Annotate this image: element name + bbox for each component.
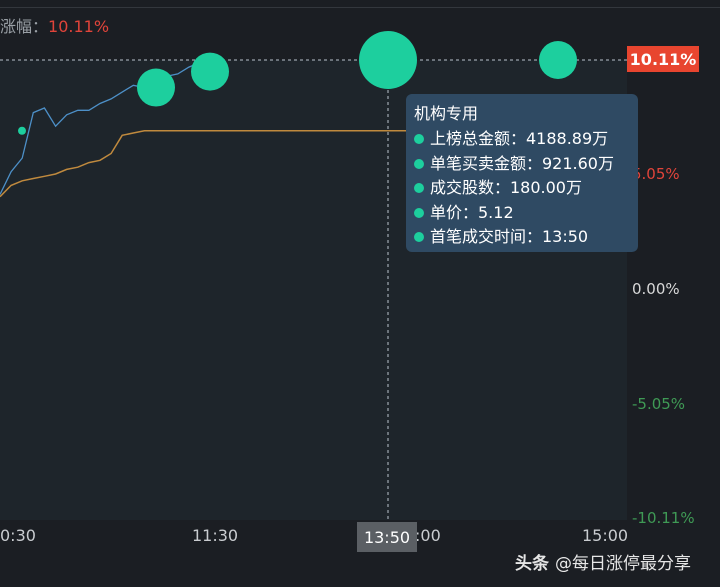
- tooltip-row: 成交股数：180.00万: [414, 176, 638, 201]
- tooltip-row-text: 首笔成交时间：13:50: [430, 227, 589, 247]
- intraday-chart[interactable]: [0, 0, 720, 587]
- tooltip-row: 单笔买卖金额：921.60万: [414, 152, 638, 177]
- watermark-handle: @每日涨停最分享: [555, 554, 691, 574]
- dot-icon: [414, 183, 424, 194]
- y-tick-label: -10.11%: [632, 509, 695, 527]
- tooltip-row: 单价：5.12: [414, 201, 638, 226]
- tooltip-row-text: 单价：5.12: [430, 202, 514, 222]
- tooltip-row-text: 单笔买卖金额：921.60万: [430, 153, 614, 173]
- watermark-brand: 头条: [515, 554, 549, 574]
- tooltip-row: 上榜总金额：4188.89万: [414, 127, 638, 152]
- watermark: 头条 @每日涨停最分享: [515, 549, 691, 574]
- price-flag: 10.11%: [627, 46, 699, 72]
- y-tick-label: -5.05%: [632, 394, 686, 413]
- tooltip-panel: 机构专用 上榜总金额：4188.89万 单笔买卖金额：921.60万 成交股数：…: [406, 94, 638, 252]
- trade-bubble: [137, 68, 175, 107]
- x-tick-label: 0:30: [0, 526, 36, 545]
- crosshair-time-flag: 13:50: [357, 522, 417, 552]
- trade-bubble: [539, 41, 577, 79]
- x-tick-label: 15:00: [582, 526, 629, 545]
- trade-bubble: [191, 52, 229, 91]
- y-tick-label: 0.00%: [632, 280, 680, 298]
- trade-bubble: [18, 126, 26, 135]
- dot-icon: [414, 158, 424, 169]
- tooltip-title: 机构专用: [414, 104, 479, 123]
- dot-icon: [414, 134, 424, 145]
- tooltip-row-text: 成交股数：180.00万: [430, 178, 582, 198]
- tooltip-row: 首笔成交时间：13:50: [414, 225, 638, 250]
- x-tick-label: :00: [415, 526, 441, 545]
- x-tick-label: 11:30: [192, 526, 239, 545]
- trade-bubble: [359, 31, 417, 89]
- tooltip-row-text: 上榜总金额：4188.89万: [430, 129, 609, 149]
- dot-icon: [414, 232, 424, 243]
- y-tick-label: 5.05%: [632, 165, 680, 184]
- dot-icon: [414, 207, 424, 218]
